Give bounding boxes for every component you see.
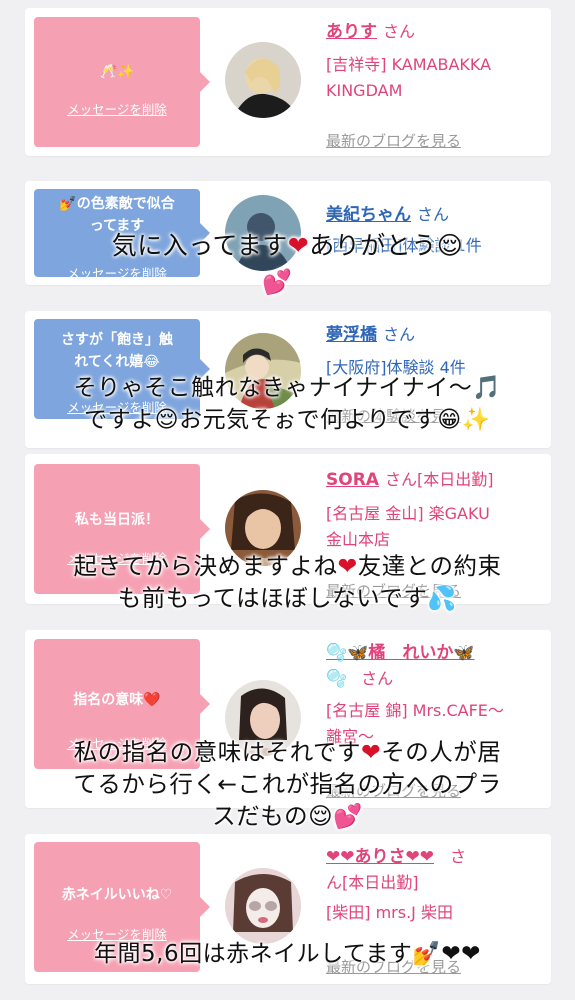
overlay-caption: 年間5,6回は赤ネイルしてます💅❤❤	[0, 938, 575, 970]
heart-icon: ❤	[287, 231, 310, 260]
shop-info: [柴田] mrs.J 柴田	[326, 903, 453, 922]
user-name-link[interactable]: ❤❤ありさ❤❤	[326, 847, 434, 867]
bubble-text: 私も当日派！	[75, 512, 159, 528]
shop-line: [名古屋 錦] Mrs.CAFE〜	[326, 701, 504, 720]
caption-text: 起きてから決めますよね	[73, 552, 338, 580]
overlay-caption: 私の指名の意味はそれです❤その人が居 てるから行く←これが指名の方へのプラ スだ…	[0, 736, 575, 832]
honorific: さん	[361, 669, 394, 688]
avatar-photo	[225, 42, 301, 118]
caption-text: ありがとう😌	[309, 231, 464, 260]
honorific: ん	[326, 873, 343, 892]
caption-text: ですよ😌お元気そぉで何よりです😁✨	[84, 407, 491, 433]
honorific: さ	[449, 847, 466, 866]
bubble-text: 💅の色素敵で似合	[59, 196, 175, 212]
heart-icon: ❤	[361, 738, 382, 766]
caption-text: てるから行く←これが指名の方へのプラ	[73, 770, 502, 798]
user-name-link[interactable]: 美紀ちゃん	[326, 205, 411, 225]
avatar[interactable]	[225, 42, 301, 118]
user-info: ありす さん [吉祥寺] KAMABAKKA KINGDAM 最新のブログを見る	[326, 20, 537, 150]
user-info: ❤❤ありさ❤❤ さ ん[本日出勤] [柴田] mrs.J 柴田 最新のブログを見る	[326, 844, 537, 976]
message-card: 🥂✨ メッセージを削除 ありす さん [吉祥寺] KAMABAKKA KINGDA…	[25, 8, 551, 156]
user-name-link[interactable]: ありす	[326, 22, 377, 42]
shop-info: [名古屋 金山] 楽GAKU 金山本店	[326, 501, 537, 553]
bubble-text: さすが「飽き」触	[61, 332, 173, 348]
caption-text: 私の指名の意味はそれです	[73, 738, 362, 766]
heart-icon: ❤	[337, 552, 358, 580]
attendance-status: [本日出勤]	[342, 873, 419, 892]
shop-line: [吉祥寺] KAMABAKKA	[326, 55, 492, 74]
caption-text: 年間5,6回は赤ネイルしてます💅❤❤	[94, 941, 481, 967]
overlay-caption: 💕	[0, 266, 575, 298]
user-name-link[interactable]: 🫧🦋橘 れいか🦋	[326, 643, 475, 663]
caption-text: も前もってはほぼしないです💦	[117, 584, 458, 612]
shop-line: KINGDAM	[326, 81, 403, 100]
caption-text: 💕	[262, 268, 293, 296]
bubble-text: 赤ネイルいいね♡	[61, 887, 173, 903]
user-name-link[interactable]: SORA	[326, 470, 379, 490]
honorific: さん	[383, 325, 416, 344]
caption-text: その人が居	[381, 738, 502, 766]
shop-info: ん[本日出勤]	[326, 870, 537, 896]
delete-message-link[interactable]: メッセージを削除	[34, 99, 200, 118]
caption-text: 気に入ってます	[111, 231, 288, 260]
avatar-photo	[225, 868, 301, 944]
caption-text: 友達との約束	[357, 552, 502, 580]
user-info: SORA さん[本日出勤] [名古屋 金山] 楽GAKU 金山本店 最新のブログを…	[326, 467, 537, 600]
user-info: 🫧🦋橘 れいか🦋 🫧 さん [名古屋 錦] Mrs.CAFE〜 離宮〜 最新のブロ…	[326, 640, 537, 800]
bubble-text: 🥂✨	[99, 64, 135, 80]
shop-info: [吉祥寺] KAMABAKKA KINGDAM	[326, 52, 537, 104]
bubble-text: れてくれ嬉😂	[74, 354, 160, 370]
latest-blog-link[interactable]: 最新のブログを見る	[326, 130, 461, 151]
honorific: さん	[384, 470, 417, 489]
message-bubble: 🥂✨ メッセージを削除	[34, 17, 210, 147]
user-name-link[interactable]: 🫧	[326, 669, 347, 689]
overlay-caption: 起きてから決めますよね❤友達との約束 も前もってはほぼしないです💦	[0, 550, 575, 614]
avatar[interactable]	[225, 868, 301, 944]
attendance-status: [本日出勤]	[416, 470, 494, 489]
honorific: さん	[383, 22, 416, 41]
caption-text: そりゃそこ触れなきゃナイナイナイ〜🎵	[73, 375, 502, 401]
bubble-text: 指名の意味❤️	[73, 692, 161, 708]
honorific: さん	[417, 205, 450, 224]
overlay-caption: そりゃそこ触れなきゃナイナイナイ〜🎵 ですよ😌お元気そぉで何よりです😁✨	[0, 372, 575, 436]
caption-text: スだもの😌💕	[212, 802, 363, 830]
shop-line: [名古屋 金山] 楽GAKU	[326, 504, 490, 523]
overlay-caption: 気に入ってます❤ありがとう😌	[0, 230, 575, 262]
user-name-link[interactable]: 夢浮橋	[326, 325, 377, 345]
